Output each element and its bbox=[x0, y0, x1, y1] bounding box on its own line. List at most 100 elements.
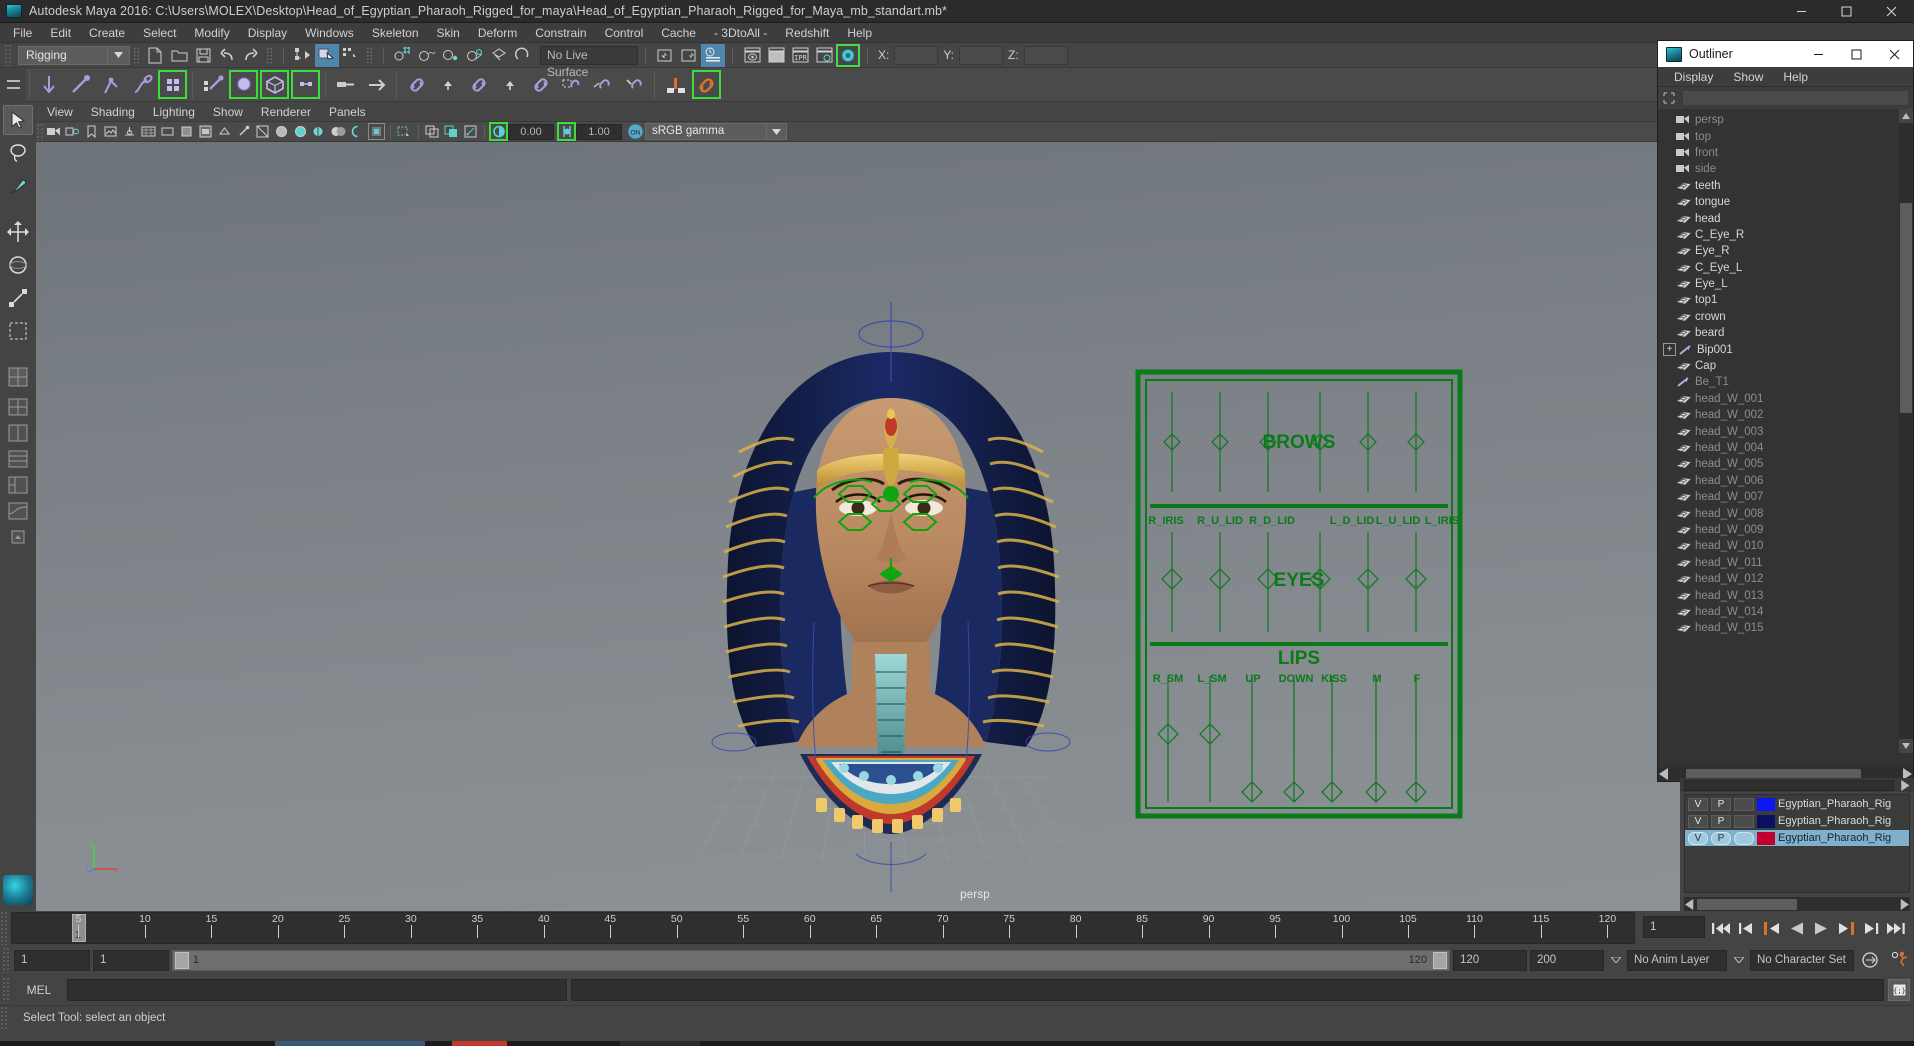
layer-playback-toggle[interactable]: P bbox=[1711, 814, 1731, 828]
outliner-menu-display[interactable]: Display bbox=[1664, 67, 1723, 87]
outliner-item[interactable]: head_W_009 bbox=[1658, 522, 1899, 538]
smooth-bind-sphere-icon[interactable] bbox=[228, 69, 259, 100]
outliner-close-button[interactable] bbox=[1875, 41, 1913, 67]
menu-help[interactable]: Help bbox=[838, 23, 881, 43]
outliner-scroll-thumb[interactable] bbox=[1900, 203, 1912, 413]
taskbar-item-2[interactable] bbox=[452, 1041, 507, 1046]
face-control-rig-panel[interactable]: BROWS EYES R_IRIS R_U_LID R_D_LID L_D_LI… bbox=[1124, 364, 1474, 824]
outliner-menu-help[interactable]: Help bbox=[1773, 67, 1818, 87]
menu-display[interactable]: Display bbox=[239, 23, 296, 43]
range-slider[interactable]: 1 120 bbox=[172, 949, 1450, 971]
menu-set-dropdown-arrow[interactable] bbox=[108, 45, 130, 65]
outliner-item[interactable]: head_W_001 bbox=[1658, 391, 1899, 407]
select-camera-icon[interactable] bbox=[44, 122, 63, 141]
layer-visibility-toggle[interactable]: V bbox=[1688, 831, 1708, 845]
layout-four-view-icon[interactable] bbox=[3, 395, 33, 419]
playback-end-field[interactable]: 120 bbox=[1453, 949, 1527, 971]
layer-visibility-toggle[interactable]: V bbox=[1688, 814, 1708, 828]
outliner-minimize-button[interactable] bbox=[1799, 41, 1837, 67]
paint-skin-weights-icon[interactable] bbox=[197, 69, 228, 100]
snap-to-curve-icon[interactable] bbox=[415, 44, 439, 67]
layer-editor-expand-icon[interactable] bbox=[1898, 779, 1910, 791]
outliner-item[interactable]: C_Eye_L bbox=[1658, 260, 1899, 276]
panel-menu-shading[interactable]: Shading bbox=[82, 102, 144, 122]
help-line-handle[interactable] bbox=[0, 1005, 9, 1030]
shelf-tab-menu-button[interactable] bbox=[0, 67, 26, 102]
use-default-lighting-icon[interactable] bbox=[310, 122, 329, 141]
move-tool-icon[interactable] bbox=[3, 217, 33, 247]
show-attribute-editor-icon[interactable] bbox=[653, 44, 677, 67]
outliner-vertical-scrollbar[interactable] bbox=[1899, 109, 1913, 753]
menu-control[interactable]: Control bbox=[596, 23, 653, 43]
step-forward-frame-icon[interactable] bbox=[1834, 915, 1858, 941]
layer-playback-toggle[interactable]: P bbox=[1711, 831, 1731, 845]
live-surface-field[interactable]: No Live Surface bbox=[540, 45, 638, 79]
use-all-lights-icon[interactable] bbox=[329, 122, 348, 141]
xray-active-components-icon[interactable] bbox=[423, 122, 442, 141]
toolbar-drag-handle[interactable] bbox=[4, 44, 13, 66]
layout-single-perspective-icon[interactable] bbox=[3, 362, 33, 392]
panel-menu-lighting[interactable]: Lighting bbox=[144, 102, 204, 122]
menu-deform[interactable]: Deform bbox=[469, 23, 526, 43]
up-arrow-small-icon-1[interactable] bbox=[432, 69, 463, 100]
snap-to-view-plane-icon[interactable] bbox=[487, 44, 511, 67]
command-line-handle[interactable] bbox=[2, 977, 11, 1003]
range-handle-right[interactable] bbox=[1433, 951, 1447, 969]
layer-hscroll-thumb[interactable] bbox=[1697, 898, 1797, 910]
layer-hscroll-left-arrow[interactable] bbox=[1684, 898, 1697, 910]
maya-help-logo-icon[interactable] bbox=[3, 875, 33, 905]
layer-color-swatch[interactable] bbox=[1757, 797, 1775, 811]
panel-menu-panels[interactable]: Panels bbox=[320, 102, 375, 122]
exposure-value-field[interactable]: 0.00 bbox=[508, 123, 554, 140]
menu-windows[interactable]: Windows bbox=[296, 23, 363, 43]
layer-type-toggle[interactable] bbox=[1734, 814, 1754, 828]
snap-to-grid-icon[interactable] bbox=[391, 44, 415, 67]
auto-key-icon[interactable] bbox=[1857, 950, 1883, 971]
xray-toggle-icon[interactable] bbox=[215, 122, 234, 141]
ik-handle-icon[interactable] bbox=[95, 69, 126, 100]
cluster-deformer-icon[interactable] bbox=[290, 69, 321, 100]
camera-attributes-icon[interactable] bbox=[63, 122, 82, 141]
step-back-frame-icon[interactable] bbox=[1759, 915, 1783, 941]
layout-hypergraph-icon[interactable] bbox=[3, 473, 33, 497]
command-output-field[interactable] bbox=[571, 979, 1884, 1001]
chain-link-icon-3[interactable] bbox=[525, 69, 556, 100]
outliner-item[interactable]: tongue bbox=[1658, 194, 1899, 210]
shaded-mode-icon[interactable] bbox=[272, 122, 291, 141]
wireframe-shaded-icon[interactable] bbox=[253, 122, 272, 141]
outliner-item[interactable]: head_W_015 bbox=[1658, 620, 1899, 636]
outliner-maximize-button[interactable] bbox=[1837, 41, 1875, 67]
time-slider-handle[interactable] bbox=[0, 911, 9, 945]
gamma-value-field[interactable]: 1.00 bbox=[576, 123, 622, 140]
outliner-item[interactable]: head_W_006 bbox=[1658, 473, 1899, 489]
menu-select[interactable]: Select bbox=[134, 23, 185, 43]
outliner-item[interactable]: head_W_007 bbox=[1658, 489, 1899, 505]
animation-preferences-icon[interactable] bbox=[1886, 950, 1914, 971]
layer-row[interactable]: V P Egyptian_Pharaoh_Rig bbox=[1685, 796, 1909, 812]
layer-type-toggle[interactable] bbox=[1734, 831, 1754, 845]
gate-mask-icon[interactable] bbox=[196, 122, 215, 141]
outliner-scroll-up-arrow[interactable] bbox=[1899, 109, 1913, 123]
screen-space-ao-icon[interactable] bbox=[367, 122, 386, 141]
range-start-field[interactable]: 1 bbox=[14, 949, 90, 971]
maximize-button[interactable] bbox=[1824, 0, 1869, 23]
outliner-item[interactable]: C_Eye_R bbox=[1658, 227, 1899, 243]
outliner-item[interactable]: head_W_002 bbox=[1658, 407, 1899, 423]
exposure-compare-icon[interactable] bbox=[442, 122, 461, 141]
minimize-button[interactable] bbox=[1779, 0, 1824, 23]
connect-attribute-icon[interactable] bbox=[691, 69, 722, 100]
render-settings-icon[interactable] bbox=[812, 44, 836, 67]
ik-spline-handle-icon[interactable] bbox=[126, 69, 157, 100]
film-gate-icon[interactable] bbox=[158, 122, 177, 141]
coord-field-y[interactable] bbox=[959, 45, 1004, 65]
panel-menu-view[interactable]: View bbox=[38, 102, 82, 122]
step-forward-keyframe-icon[interactable] bbox=[1859, 915, 1883, 941]
make-live-icon[interactable] bbox=[511, 44, 535, 67]
open-scene-icon[interactable] bbox=[167, 44, 191, 67]
outliner-item[interactable]: head_W_012 bbox=[1658, 571, 1899, 587]
outliner-item[interactable]: head_W_010 bbox=[1658, 538, 1899, 554]
layout-more-icon[interactable] bbox=[3, 525, 33, 549]
layout-graph-editor-icon[interactable] bbox=[3, 499, 33, 523]
scale-tool-icon[interactable] bbox=[3, 283, 33, 313]
menu-skeleton[interactable]: Skeleton bbox=[363, 23, 428, 43]
